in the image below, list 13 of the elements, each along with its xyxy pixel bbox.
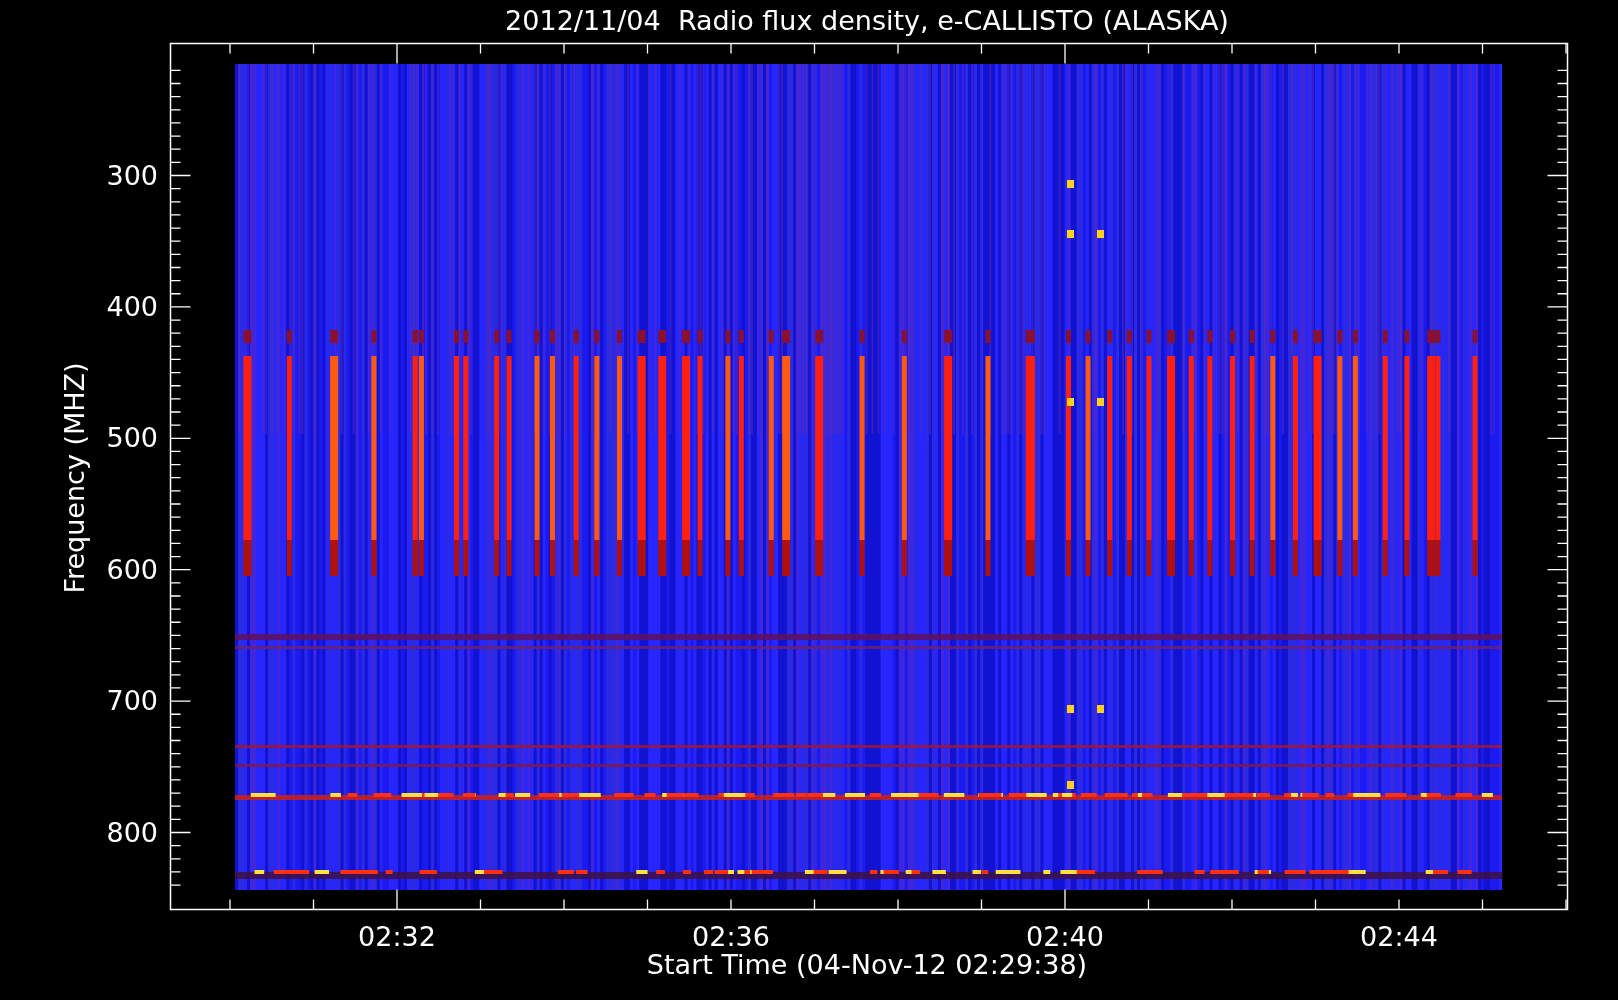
x-axis-tick-label: 02:40 — [1026, 921, 1104, 952]
y-axis-tick-label: 800 — [106, 816, 158, 848]
y-axis-title: Frequency (MHZ) — [59, 362, 90, 594]
x-axis-title: Start Time (04-Nov-12 02:29:38) — [646, 949, 1088, 980]
y-axis-tick-label: 600 — [106, 553, 158, 585]
chart-title: 2012/11/04 Radio flux density, e-CALLISTO (ALASKA) — [505, 5, 1229, 36]
y-axis-tick-label: 400 — [106, 290, 158, 322]
x-axis-tick-label: 02:36 — [692, 921, 770, 952]
y-axis-tick-label: 300 — [106, 159, 158, 191]
x-axis-tick-label: 02:44 — [1360, 921, 1438, 952]
x-axis-tick-label: 02:32 — [358, 921, 436, 952]
y-axis-tick-label: 700 — [106, 685, 158, 717]
y-axis-tick-label: 500 — [106, 422, 158, 454]
